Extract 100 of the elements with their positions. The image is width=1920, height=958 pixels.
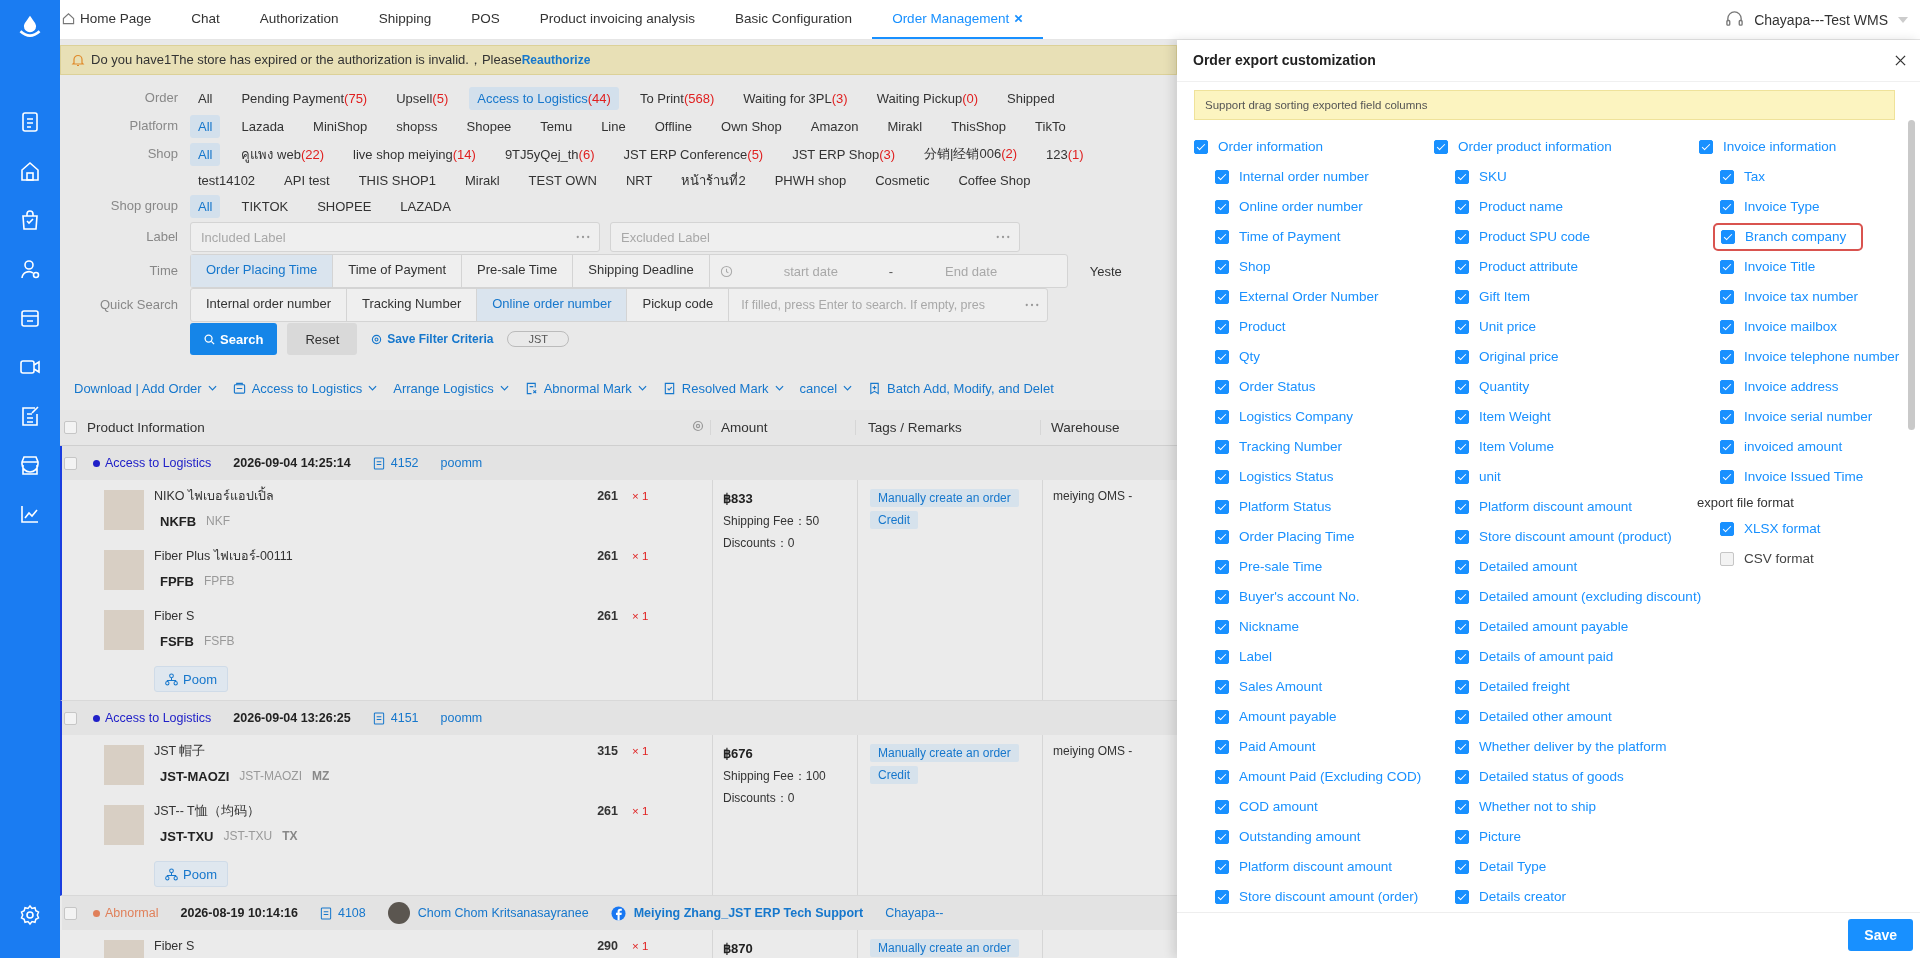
checkbox[interactable]: [1455, 829, 1469, 844]
checkbox[interactable]: [64, 711, 77, 725]
checkbox[interactable]: [1215, 469, 1229, 484]
user-name[interactable]: Chayapa---Test WMS: [1754, 11, 1888, 28]
field-label[interactable]: Outstanding amount: [1239, 829, 1361, 845]
order-block[interactable]: [60, 446, 1177, 701]
format-option[interactable]: XLSX format: [1744, 521, 1821, 537]
group-label[interactable]: Order product information: [1458, 139, 1612, 155]
filter-option[interactable]: All: [190, 86, 221, 110]
field-label[interactable]: Buyer's account No.: [1239, 589, 1360, 605]
checkbox[interactable]: [1215, 739, 1229, 754]
checkbox[interactable]: [1720, 379, 1734, 394]
checkbox[interactable]: [1434, 139, 1448, 154]
field-label[interactable]: Online order number: [1239, 199, 1363, 215]
field-label[interactable]: Product attribute: [1479, 259, 1579, 275]
checkbox[interactable]: [1215, 799, 1229, 814]
filter-option[interactable]: Shopee: [458, 114, 520, 138]
checkbox[interactable]: [64, 906, 77, 920]
field-label[interactable]: Detailed status of goods: [1479, 769, 1624, 785]
save-button[interactable]: Save: [1848, 919, 1913, 952]
checkbox[interactable]: [1215, 319, 1229, 334]
segment-tab[interactable]: Online order number: [477, 289, 628, 321]
filter-option[interactable]: ThisShop: [943, 114, 1015, 138]
checkbox[interactable]: [1215, 649, 1229, 664]
checkbox[interactable]: [1699, 139, 1713, 154]
checkbox[interactable]: [1455, 559, 1469, 574]
filter-option[interactable]: Access to Logistics(44): [469, 86, 619, 110]
checkbox[interactable]: [1720, 259, 1734, 274]
field-label[interactable]: Item Volume: [1479, 439, 1555, 455]
filter-option[interactable]: NRT: [618, 168, 661, 192]
field-label[interactable]: External Order Number: [1239, 289, 1379, 305]
assignee-tag[interactable]: Poom: [154, 861, 228, 887]
field-label[interactable]: Order Status: [1239, 379, 1316, 395]
checkbox[interactable]: [1215, 559, 1229, 574]
checkbox[interactable]: [1215, 619, 1229, 634]
edit-document-icon[interactable]: [19, 405, 41, 427]
field-label[interactable]: Label: [1239, 649, 1273, 665]
bag-icon[interactable]: [19, 209, 41, 231]
field-label[interactable]: Store discount amount (order): [1239, 889, 1419, 905]
store-icon[interactable]: [19, 454, 41, 476]
tab[interactable]: Shipping: [358, 0, 452, 39]
order-info-link[interactable]: poomm: [440, 456, 483, 470]
field-label[interactable]: Details of amount paid: [1479, 649, 1614, 665]
checkbox[interactable]: [1455, 499, 1469, 514]
field-label[interactable]: Details creator: [1479, 889, 1567, 905]
filter-option[interactable]: TIKTOK: [233, 194, 297, 218]
filter-option[interactable]: Shipped: [999, 86, 1063, 110]
house-icon[interactable]: [19, 160, 41, 182]
group-label[interactable]: Order information: [1218, 139, 1324, 155]
order-number-link[interactable]: 4108: [337, 906, 366, 920]
field-label[interactable]: Logistics Company: [1239, 409, 1354, 425]
field-label[interactable]: Pre-sale Time: [1239, 559, 1323, 575]
checkbox[interactable]: [1455, 889, 1469, 904]
filter-option[interactable]: JST ERP Conference(5): [615, 142, 772, 166]
checkbox[interactable]: [1215, 829, 1229, 844]
tab[interactable]: POS: [451, 0, 520, 39]
checkbox[interactable]: [1215, 439, 1229, 454]
field-label[interactable]: Product SPU code: [1479, 229, 1591, 245]
store-card-icon[interactable]: [19, 307, 41, 329]
filter-option[interactable]: Mirakl: [879, 114, 931, 138]
filter-option[interactable]: Lazada: [233, 114, 293, 138]
reauthorize-link[interactable]: Reauthorize: [521, 53, 591, 67]
order-info-link[interactable]: Meiying Zhang_JST ERP Tech Support: [633, 906, 864, 920]
document-icon[interactable]: [19, 111, 41, 133]
checkbox[interactable]: [1215, 259, 1229, 274]
field-label[interactable]: Invoice address: [1744, 379, 1839, 395]
filter-option[interactable]: Coffee Shop: [950, 168, 1039, 192]
field-label[interactable]: Whether not to ship: [1479, 799, 1597, 815]
filter-option[interactable]: All: [190, 194, 221, 218]
field-label[interactable]: Paid Amount: [1239, 739, 1316, 755]
tab[interactable]: Home Page: [60, 0, 172, 39]
reset-button[interactable]: Reset: [287, 323, 358, 355]
checkbox[interactable]: [1720, 169, 1734, 184]
scrollbar[interactable]: [1908, 120, 1915, 430]
field-label[interactable]: Original price: [1479, 349, 1559, 365]
checkbox[interactable]: [1455, 199, 1469, 214]
checkbox[interactable]: [1215, 499, 1229, 514]
order-number-link[interactable]: 4151: [390, 711, 419, 725]
field-label[interactable]: Whether deliver by the platform: [1479, 739, 1667, 755]
group-label[interactable]: Invoice information: [1723, 139, 1837, 155]
filter-option[interactable]: MiniShop: [305, 114, 376, 138]
format-option[interactable]: CSV format: [1744, 551, 1814, 567]
toolbar-menu[interactable]: cancel: [799, 380, 853, 396]
filter-option[interactable]: คูแพง web(22): [233, 139, 333, 169]
field-label[interactable]: Product name: [1479, 199, 1564, 215]
field-label[interactable]: Platform Status: [1239, 499, 1332, 515]
checkbox[interactable]: [64, 456, 77, 470]
order-block[interactable]: [60, 701, 1177, 896]
field-label[interactable]: Invoice Issued Time: [1744, 469, 1864, 485]
search-field[interactable]: If filled, press Enter to search. If empty, pres: [739, 297, 1026, 313]
filter-option[interactable]: All: [190, 114, 221, 138]
filter-option[interactable]: Temu: [532, 114, 581, 138]
field-label[interactable]: Amount Paid (Excluding COD): [1239, 769, 1422, 785]
toolbar-menu[interactable]: Resolved Mark: [662, 380, 784, 396]
field-label[interactable]: Detail Type: [1479, 859, 1547, 875]
checkbox[interactable]: [1455, 589, 1469, 604]
order-info-link[interactable]: Chayapa--: [885, 906, 944, 920]
checkbox[interactable]: [1455, 859, 1469, 874]
toolbar-menu[interactable]: Download | Add Order: [74, 380, 217, 396]
field-label[interactable]: Logistics Status: [1239, 469, 1334, 485]
